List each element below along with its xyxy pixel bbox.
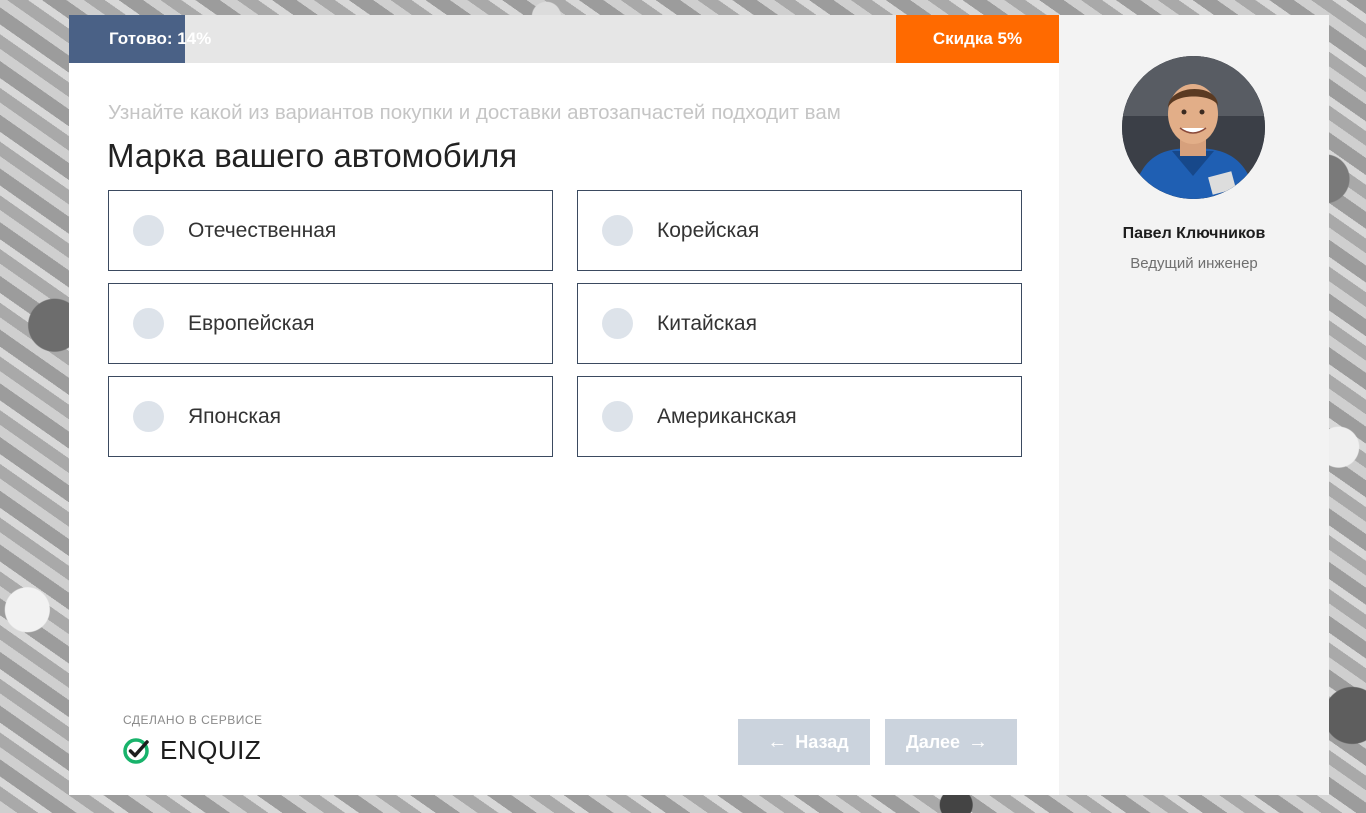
arrow-right-icon: → [968, 730, 989, 753]
option-label: Американская [657, 404, 797, 428]
radio-button[interactable] [133, 401, 164, 432]
back-button[interactable]: ← Назад [738, 719, 870, 765]
progress-bar: Готово: 14% [69, 15, 896, 63]
arrow-left-icon: ← [767, 730, 788, 753]
radio-button[interactable] [602, 215, 633, 246]
question-title: Марка вашего автомобиля [107, 137, 518, 174]
option-american[interactable]: Американская [577, 376, 1022, 457]
option-label: Японская [188, 404, 282, 428]
option-label: Отечественная [188, 218, 337, 242]
option-label: Европейская [188, 311, 315, 335]
option-label: Корейская [657, 218, 760, 242]
consultant-role: Ведущий инженер [1130, 255, 1258, 272]
enquiz-logo[interactable]: ENQUIZ [122, 735, 261, 766]
option-japanese[interactable]: Японская [108, 376, 553, 457]
progress-label: Готово: 14% [109, 29, 212, 48]
discount-badge: Скидка 5% [896, 15, 1059, 63]
radio-button[interactable] [133, 308, 164, 339]
radio-button[interactable] [602, 401, 633, 432]
option-domestic[interactable]: Отечественная [108, 190, 553, 271]
option-korean[interactable]: Корейская [577, 190, 1022, 271]
back-button-label: Назад [795, 731, 849, 752]
consultant-name: Павел Ключников [1122, 225, 1266, 242]
quiz-card: Готово: 14% Скидка 5% Узнайте какой из в… [69, 15, 1059, 795]
avatar-photo [1122, 56, 1265, 199]
option-chinese[interactable]: Китайская [577, 283, 1022, 364]
brand-name: ENQUIZ [160, 735, 262, 765]
option-european[interactable]: Европейская [108, 283, 553, 364]
option-label: Китайская [657, 311, 757, 335]
consultant-panel: Павел Ключников Ведущий инженер [1059, 15, 1329, 795]
made-with-caption: СДЕЛАНО В СЕРВИСЕ [123, 713, 263, 727]
next-button[interactable]: Далее → [885, 719, 1017, 765]
radio-button[interactable] [602, 308, 633, 339]
radio-button[interactable] [133, 215, 164, 246]
next-button-label: Далее [905, 731, 961, 752]
quiz-subtitle: Узнайте какой из вариантов покупки и дос… [108, 101, 841, 124]
avatar [1122, 56, 1265, 199]
check-circle-icon [123, 737, 149, 764]
